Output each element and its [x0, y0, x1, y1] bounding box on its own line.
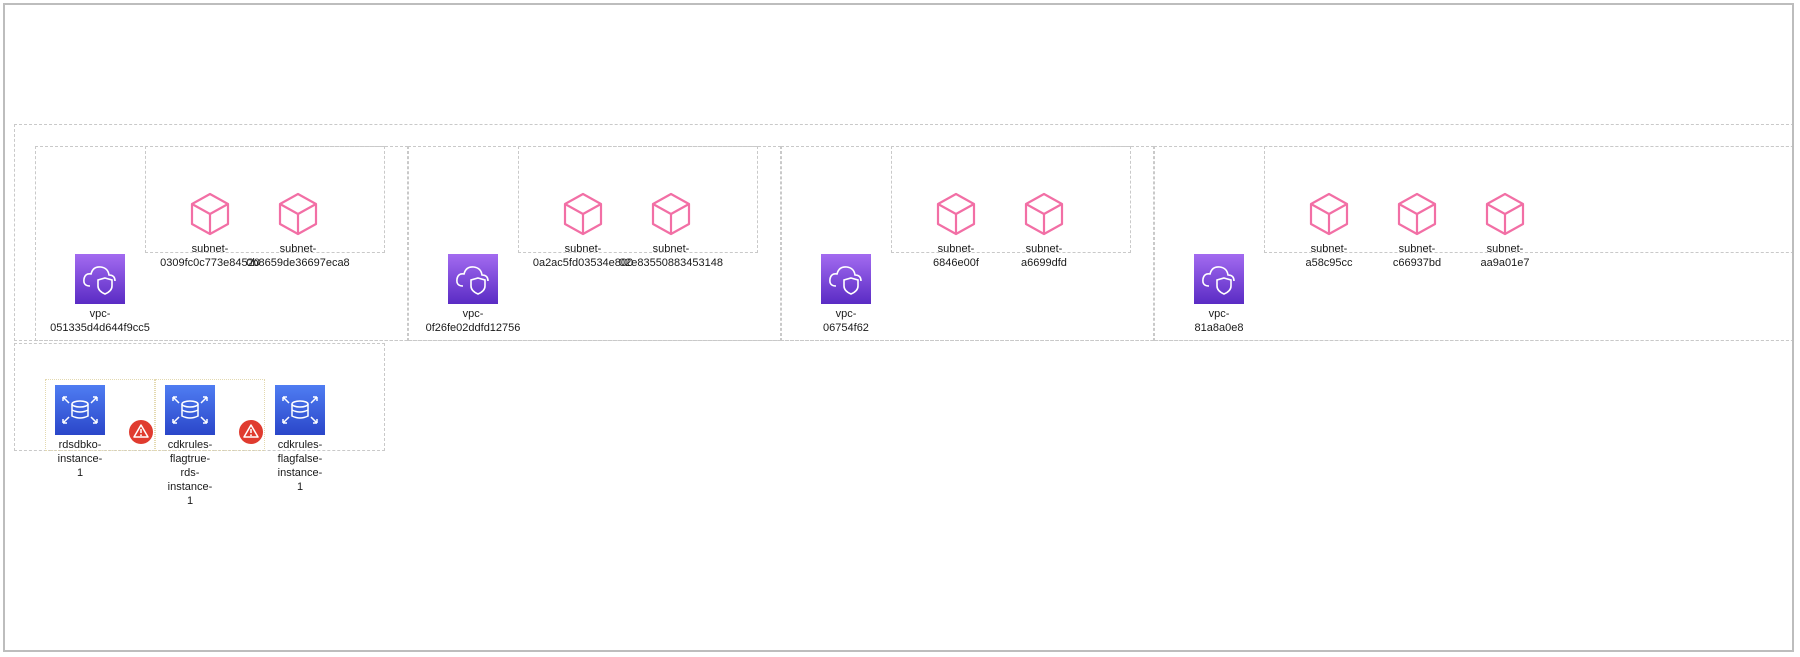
- rds-node[interactable]: cdkrules- flagfalse- instance- 1: [240, 385, 360, 494]
- vpc-label: vpc- 06754f62: [823, 308, 869, 334]
- subnet-label: subnet- 02e83550883453148: [618, 243, 723, 269]
- rds-node[interactable]: cdkrules- flagtrue- rds- instance- 1: [130, 385, 250, 508]
- cube-icon: [190, 192, 230, 236]
- cube-icon: [1309, 192, 1349, 236]
- database-icon: [55, 385, 105, 435]
- cube-icon: [1485, 192, 1525, 236]
- vpc-label: vpc- 0f26fe02ddfd12756: [425, 308, 521, 334]
- rds-node[interactable]: rdsdbko- instance- 1: [20, 385, 140, 480]
- vpc-node[interactable]: vpc- 0f26fe02ddfd12756: [413, 254, 533, 335]
- cube-icon: [278, 192, 318, 236]
- subnet-node[interactable]: subnet- 0b8659de36697eca8: [238, 189, 358, 270]
- cube-icon: [936, 192, 976, 236]
- rds-label: cdkrules- flagtrue- rds- instance- 1: [167, 439, 213, 507]
- cloud-shield-icon: [448, 254, 498, 304]
- subnet-node[interactable]: subnet- aa9a01e7: [1445, 189, 1565, 270]
- rds-label: cdkrules- flagfalse- instance- 1: [277, 439, 323, 493]
- subnet-label: subnet- a6699dfd: [1021, 243, 1067, 269]
- cloud-shield-icon: [1194, 254, 1244, 304]
- rds-label: rdsdbko- instance- 1: [57, 439, 103, 479]
- database-icon: [165, 385, 215, 435]
- subnet-node[interactable]: subnet- 02e83550883453148: [611, 189, 731, 270]
- vpc-node[interactable]: vpc- 81a8a0e8: [1159, 254, 1279, 335]
- cloud-shield-icon: [75, 254, 125, 304]
- cloud-shield-icon: [821, 254, 871, 304]
- subnet-node[interactable]: subnet- a6699dfd: [984, 189, 1104, 270]
- vpc-label: vpc- 051335d4d644f9cc5: [50, 308, 150, 334]
- subnet-label: subnet- 0b8659de36697eca8: [246, 243, 350, 269]
- database-icon: [275, 385, 325, 435]
- vpc-label: vpc- 81a8a0e8: [1194, 308, 1244, 334]
- cube-icon: [1024, 192, 1064, 236]
- vpc-node[interactable]: vpc- 051335d4d644f9cc5: [40, 254, 160, 335]
- vpc-node[interactable]: vpc- 06754f62: [786, 254, 906, 335]
- cube-icon: [1397, 192, 1437, 236]
- cube-icon: [651, 192, 691, 236]
- cube-icon: [563, 192, 603, 236]
- diagram-canvas: subnet- 0309fc0c773e84520 subnet- 0b8659…: [3, 3, 1794, 652]
- subnet-label: subnet- aa9a01e7: [1480, 243, 1530, 269]
